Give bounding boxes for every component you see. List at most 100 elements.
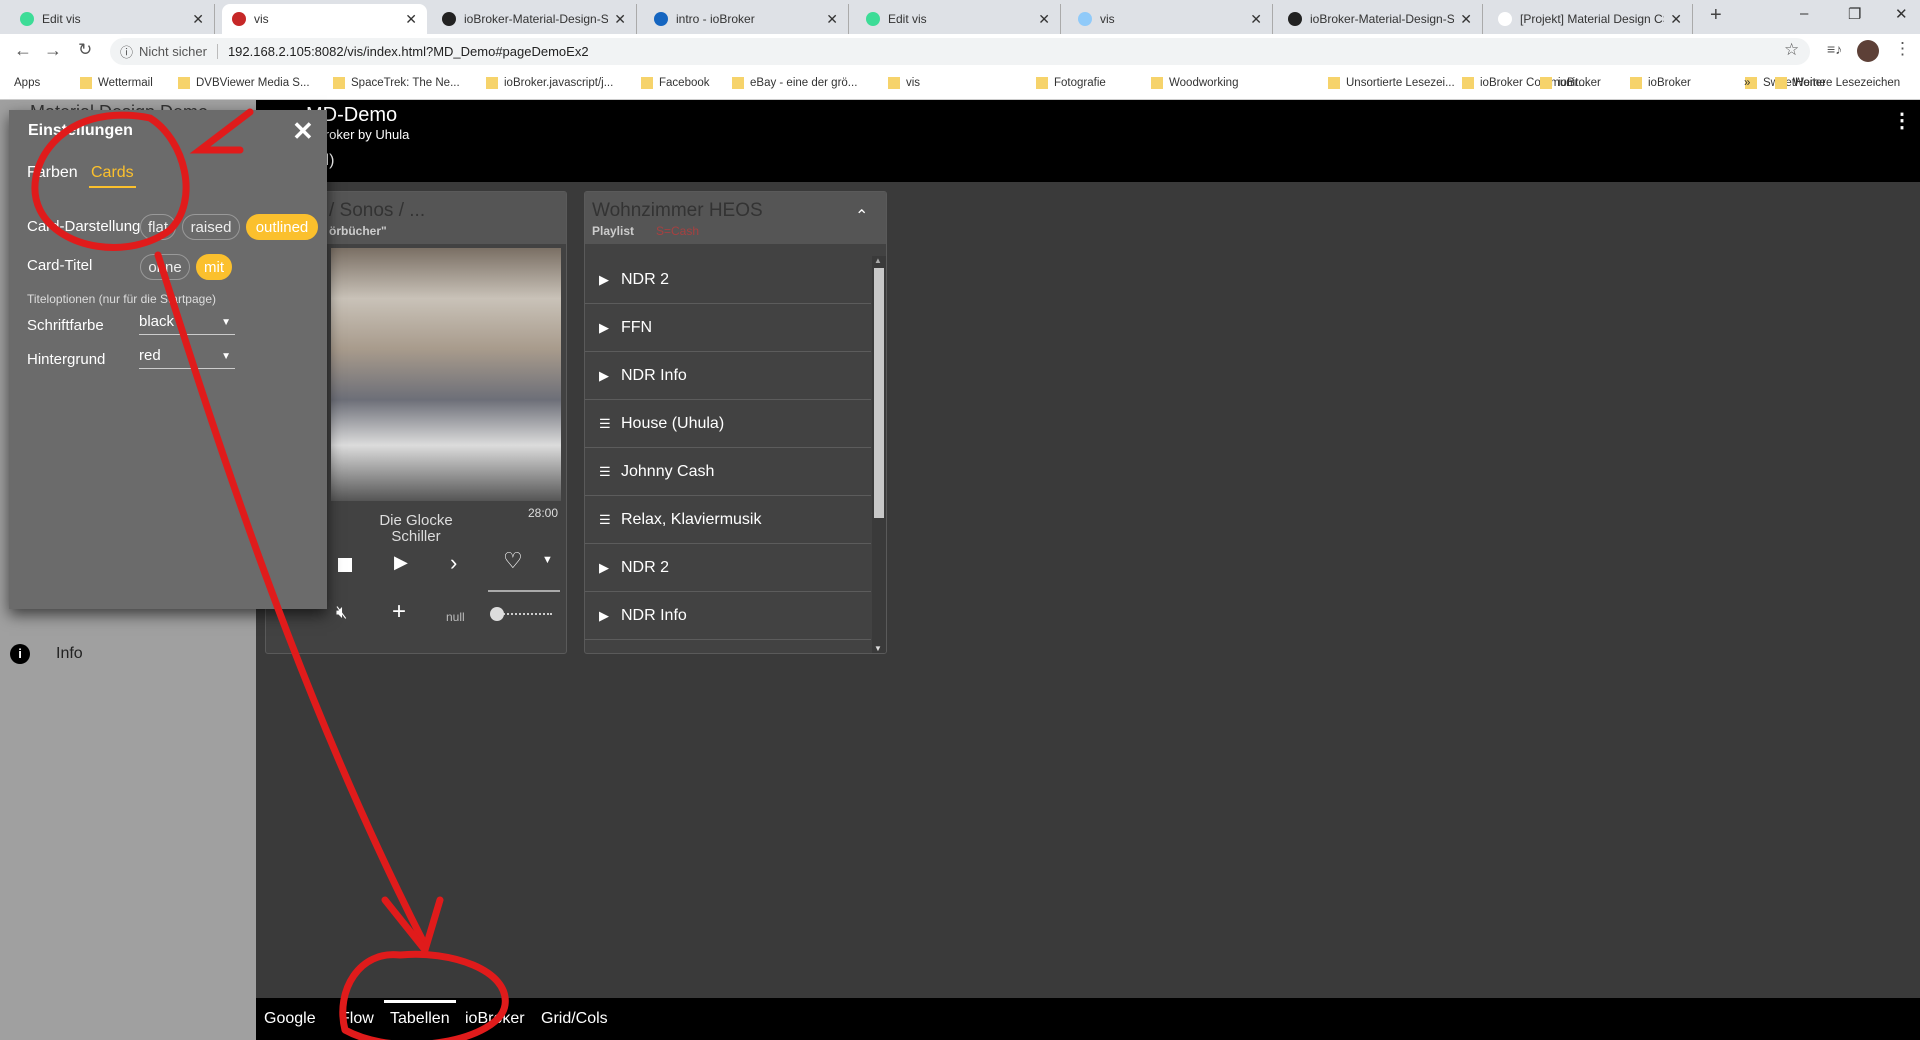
card-style-flat[interactable]: flat — [140, 214, 176, 240]
settings-title: Einstellungen — [28, 122, 133, 139]
close-icon[interactable]: ✕ — [292, 116, 314, 147]
scrollbar[interactable]: ▲ ▼ — [872, 256, 886, 653]
browser-tab[interactable]: ioBroker-Material-Design-S ✕ — [432, 4, 637, 34]
nav-tab[interactable]: Tabellen — [390, 1010, 450, 1028]
info-icon[interactable]: ⓘ — [120, 42, 133, 61]
url-bar[interactable]: ⓘ Nicht sicher 192.168.2.105:8082/vis/in… — [110, 38, 1810, 65]
sidebar-item-label: Info — [56, 645, 83, 662]
tab-farben[interactable]: Farben — [27, 164, 78, 182]
favicon-icon — [1498, 12, 1512, 26]
avatar[interactable] — [1857, 40, 1879, 62]
card-style-raised[interactable]: raised — [182, 214, 240, 240]
back-icon[interactable]: ← — [14, 40, 32, 61]
address-bar-row: ← → ↻ ⓘ Nicht sicher 192.168.2.105:8082/… — [0, 34, 1920, 69]
bookmark-item[interactable]: vis — [888, 77, 920, 89]
bookmark-item[interactable]: » — [1744, 77, 1750, 89]
playlist-item[interactable]: ☰ Relax, Klaviermusik — [585, 496, 871, 544]
bookmark-folder-icon — [888, 77, 900, 89]
tab-cards[interactable]: Cards — [89, 164, 136, 188]
browser-tab-bar: Edit vis ✕ vis ✕ ioBroker-Material-Design-S ✕… — [0, 0, 1920, 34]
bookmark-item[interactable]: Fotografie — [1036, 77, 1106, 89]
url-text[interactable]: 192.168.2.105:8082/vis/index.html?MD_Dem… — [228, 44, 589, 59]
chrome-menu-icon[interactable]: ⋮ — [1894, 39, 1911, 59]
background-select[interactable]: red ▼ — [139, 347, 235, 369]
playlist-item[interactable]: ☰ Johnny Cash — [585, 448, 871, 496]
volume-slider[interactable] — [490, 607, 554, 621]
bookmark-item[interactable]: Woodworking — [1151, 77, 1238, 89]
settings-panel: Einstellungen ✕ Farben Cards Card-Darste… — [9, 110, 327, 609]
bookmark-star-icon[interactable]: ☆ — [1784, 40, 1799, 60]
next-icon[interactable]: › — [450, 550, 457, 576]
bookmark-item[interactable]: eBay - eine der grö... — [732, 77, 857, 89]
tab-title: ioBroker-Material-Design-S — [1310, 12, 1455, 26]
nav-tab[interactable]: Grid/Cols — [541, 1010, 608, 1028]
more-vert-icon[interactable]: ⋮ — [1892, 108, 1912, 133]
browser-tab[interactable]: Edit vis ✕ — [856, 4, 1061, 34]
bookmark-item[interactable]: DVBViewer Media S... — [178, 77, 310, 89]
playlist-item[interactable]: ▶ NDR 2 — [585, 544, 871, 592]
nav-tab[interactable]: Google — [264, 1010, 316, 1028]
reload-icon[interactable]: ↻ — [78, 40, 92, 60]
bookmark-item[interactable]: Weitere Lesezeichen — [1775, 77, 1900, 89]
playlist-item[interactable]: ▶ FFN — [585, 304, 871, 352]
slider-handle[interactable] — [490, 607, 504, 621]
close-tab-icon[interactable]: ✕ — [614, 11, 626, 28]
play-icon[interactable]: ▶ — [394, 552, 408, 573]
close-tab-icon[interactable]: ✕ — [1250, 11, 1262, 28]
stop-icon[interactable] — [338, 558, 352, 572]
browser-tab[interactable]: vis ✕ — [222, 4, 427, 34]
new-tab-icon[interactable]: + — [1710, 4, 1722, 27]
playlist-item[interactable]: ☰ House (Uhula) — [585, 400, 871, 448]
close-window-icon[interactable]: ✕ — [1895, 5, 1908, 23]
browser-tab[interactable]: Edit vis ✕ — [10, 4, 215, 34]
nav-tab[interactable]: ioBroker — [465, 1010, 525, 1028]
tab-title: [Projekt] Material Design CS — [1520, 12, 1665, 26]
sidebar-item-info[interactable]: i Info — [10, 644, 250, 674]
maximize-icon[interactable]: ❐ — [1848, 5, 1861, 23]
favorite-icon[interactable]: ♡ — [503, 548, 523, 574]
close-tab-icon[interactable]: ✕ — [192, 11, 204, 28]
bookmark-item[interactable]: Unsortierte Lesezei... — [1328, 77, 1455, 89]
browser-tab[interactable]: ioBroker-Material-Design-S ✕ — [1278, 4, 1483, 34]
bookmark-item[interactable]: Facebook — [641, 77, 710, 89]
bookmark-folder-icon — [1036, 77, 1048, 89]
card-style-label: Card-Darstellung — [27, 218, 141, 235]
card-style-outlined[interactable]: outlined — [246, 214, 318, 240]
browser-tab[interactable]: vis ✕ — [1068, 4, 1273, 34]
forward-icon[interactable]: → — [44, 40, 62, 61]
bookmark-item[interactable]: SpaceTrek: The Ne... — [333, 77, 460, 89]
bookmark-item[interactable]: Wettermail — [80, 77, 153, 89]
playlist-item[interactable]: ▶ NDR Info — [585, 352, 871, 400]
bookmark-item[interactable]: Apps — [14, 77, 40, 89]
browser-tab[interactable]: intro - ioBroker ✕ — [644, 4, 849, 34]
playlist-item[interactable]: ▶ NDR Info — [585, 592, 871, 640]
playlist-list: ▶ NDR 2 ▶ FFN ▶ NDR Info ☰ House (Uhula) ☰ Johnny… — [585, 256, 871, 653]
font-color-select[interactable]: black ▼ — [139, 313, 235, 335]
playlist-item-label: Johnny Cash — [621, 462, 715, 480]
minimize-icon[interactable]: – — [1800, 5, 1808, 22]
nav-tab[interactable]: Flow — [340, 1010, 374, 1028]
browser-tab[interactable]: [Projekt] Material Design CS ✕ — [1488, 4, 1693, 34]
close-tab-icon[interactable]: ✕ — [1460, 11, 1472, 28]
close-tab-icon[interactable]: ✕ — [826, 11, 838, 28]
playlist-item-label: House (Uhula) — [621, 414, 725, 432]
bookmark-label: eBay - eine der grö... — [750, 77, 858, 89]
close-tab-icon[interactable]: ✕ — [1670, 11, 1682, 28]
collapse-chevron-up-icon[interactable]: ⌃ — [855, 206, 868, 226]
card-title-mit[interactable]: mit — [196, 254, 232, 280]
bookmark-item[interactable]: ioBroker — [1540, 77, 1601, 89]
scrollbar-thumb[interactable] — [874, 268, 884, 518]
volume-up-icon[interactable]: + — [392, 598, 406, 626]
bookmark-item[interactable]: ioBroker — [1630, 77, 1691, 89]
mute-icon[interactable]: 🔇︎ — [336, 602, 347, 623]
media-icon[interactable]: ≡♪ — [1827, 41, 1842, 57]
card-title-ohne[interactable]: ohne — [140, 254, 190, 280]
playlist-item[interactable]: ▶ NDR 2 — [585, 256, 871, 304]
close-tab-icon[interactable]: ✕ — [405, 11, 417, 28]
favorites-dropdown-icon[interactable]: ▼ — [542, 554, 553, 566]
bookmark-item[interactable]: ioBroker.javascript/j... — [486, 77, 613, 89]
close-tab-icon[interactable]: ✕ — [1038, 11, 1050, 28]
card-title-label: Card-Titel — [27, 257, 93, 274]
bookmark-label: DVBViewer Media S... — [196, 77, 310, 89]
tab-title: Edit vis — [888, 12, 927, 26]
